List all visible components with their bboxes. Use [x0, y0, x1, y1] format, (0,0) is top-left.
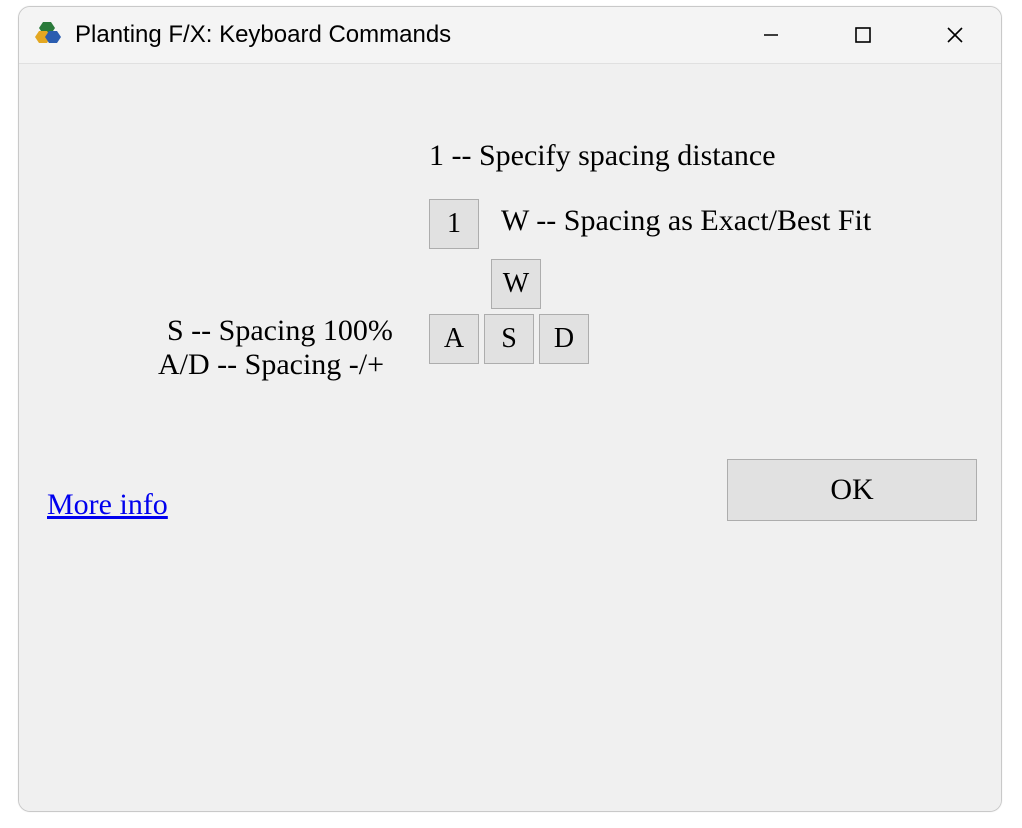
keycap-a: A	[429, 314, 479, 364]
keycap-d: D	[539, 314, 589, 364]
app-icon	[35, 22, 61, 48]
maximize-button[interactable]	[817, 7, 909, 63]
dialog-client-area: 1 -- Specify spacing distance W -- Spaci…	[19, 63, 1001, 811]
window-title: Planting F/X: Keyboard Commands	[75, 21, 451, 49]
keycap-s: S	[484, 314, 534, 364]
label-key-ad: A/D -- Spacing -/+	[158, 348, 384, 383]
ok-button[interactable]: OK	[727, 459, 977, 521]
window-controls	[725, 7, 1001, 63]
dialog-window: Planting F/X: Keyboard Commands 1 -- Spe…	[18, 6, 1002, 812]
label-key-1: 1 -- Specify spacing distance	[429, 139, 776, 174]
keycap-1: 1	[429, 199, 479, 249]
keycap-w: W	[491, 259, 541, 309]
label-key-s: S -- Spacing 100%	[167, 314, 393, 349]
more-info-link[interactable]: More info	[47, 488, 168, 522]
label-key-w: W -- Spacing as Exact/Best Fit	[501, 204, 871, 239]
close-button[interactable]	[909, 7, 1001, 63]
titlebar[interactable]: Planting F/X: Keyboard Commands	[19, 7, 1001, 63]
minimize-button[interactable]	[725, 7, 817, 63]
